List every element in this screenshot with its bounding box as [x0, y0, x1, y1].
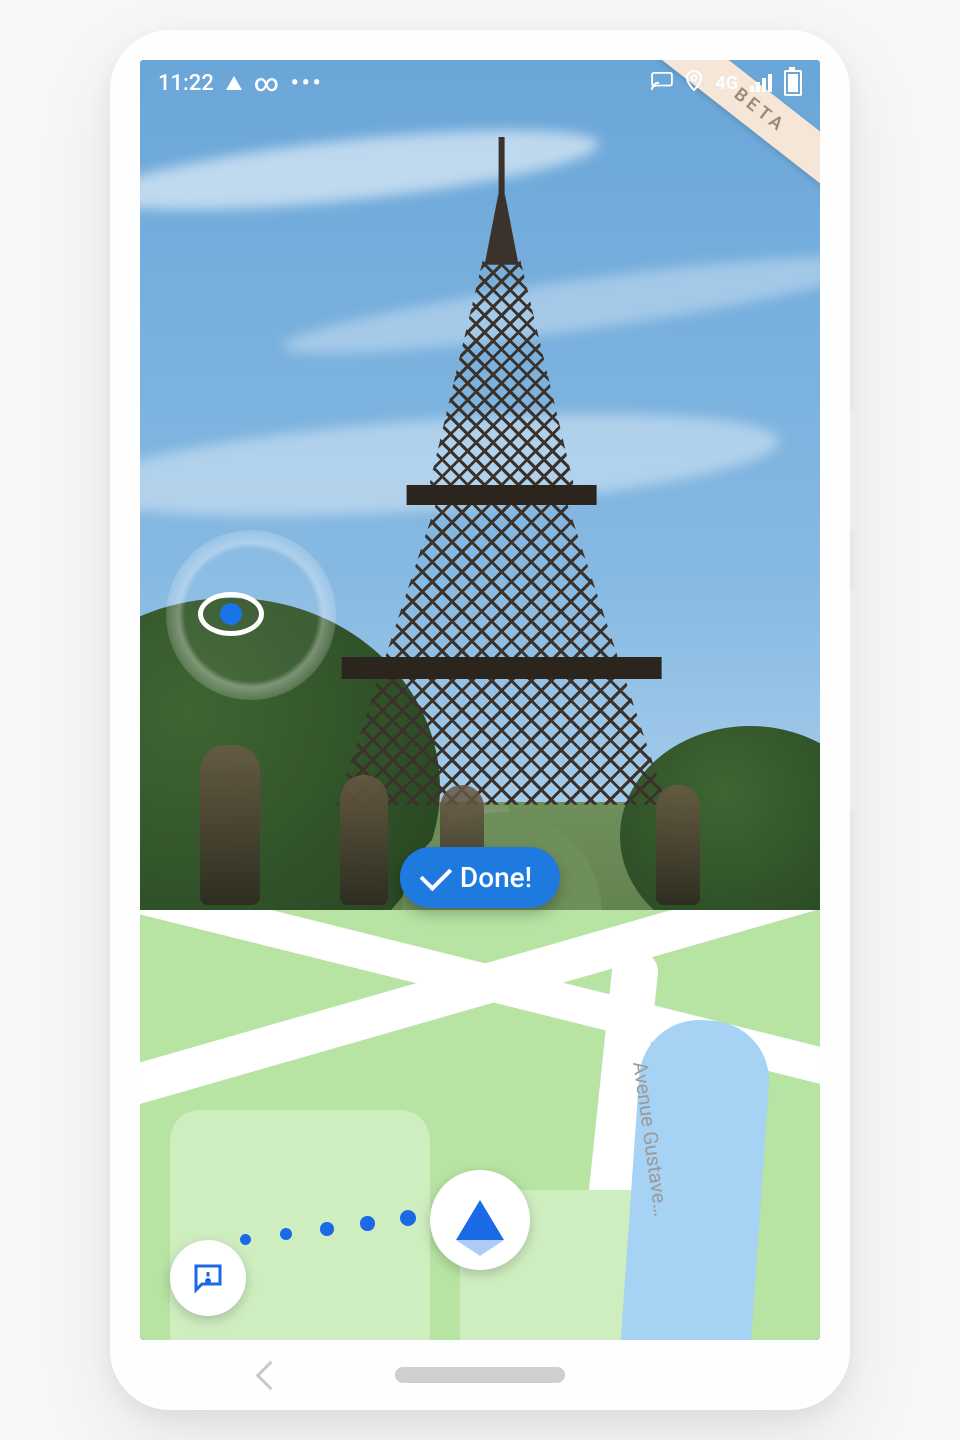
report-icon [190, 1260, 226, 1296]
cast-icon [651, 71, 673, 96]
mini-map[interactable]: Avenue Gustave… [140, 910, 820, 1340]
done-label: Done! [460, 861, 532, 894]
signal-icon [750, 74, 772, 92]
phone-side-button [850, 410, 856, 530]
check-icon [420, 858, 453, 891]
system-nav-bar [110, 1340, 850, 1410]
battery-icon [784, 70, 802, 96]
look-indicator-icon [198, 592, 264, 636]
heading-indicator[interactable] [430, 1170, 530, 1270]
pedestrian [656, 785, 700, 905]
done-button[interactable]: Done! [400, 847, 560, 908]
system-home-pill[interactable] [395, 1367, 565, 1383]
location-icon [685, 69, 703, 97]
system-back-button[interactable] [256, 1360, 286, 1390]
network-type: 4G [715, 73, 738, 94]
heading-arrow-icon [456, 1200, 504, 1240]
phone-side-button [850, 590, 856, 810]
navigation-icon [226, 76, 242, 90]
route-dot [320, 1222, 334, 1236]
pedestrian [340, 775, 388, 905]
status-bar: 11:22 ∞ ••• 4G [140, 60, 820, 106]
pedestrian [200, 745, 260, 905]
more-notifications-icon: ••• [291, 71, 324, 96]
route-dot [360, 1216, 375, 1231]
report-button[interactable] [170, 1240, 246, 1316]
route-dot [400, 1210, 416, 1226]
screen: 11:22 ∞ ••• 4G BETA [140, 60, 820, 1340]
status-time: 11:22 [158, 71, 214, 96]
phone-frame: 11:22 ∞ ••• 4G BETA [110, 30, 850, 1410]
sync-icon: ∞ [254, 69, 279, 97]
stage: 11:22 ∞ ••• 4G BETA [0, 0, 960, 1440]
